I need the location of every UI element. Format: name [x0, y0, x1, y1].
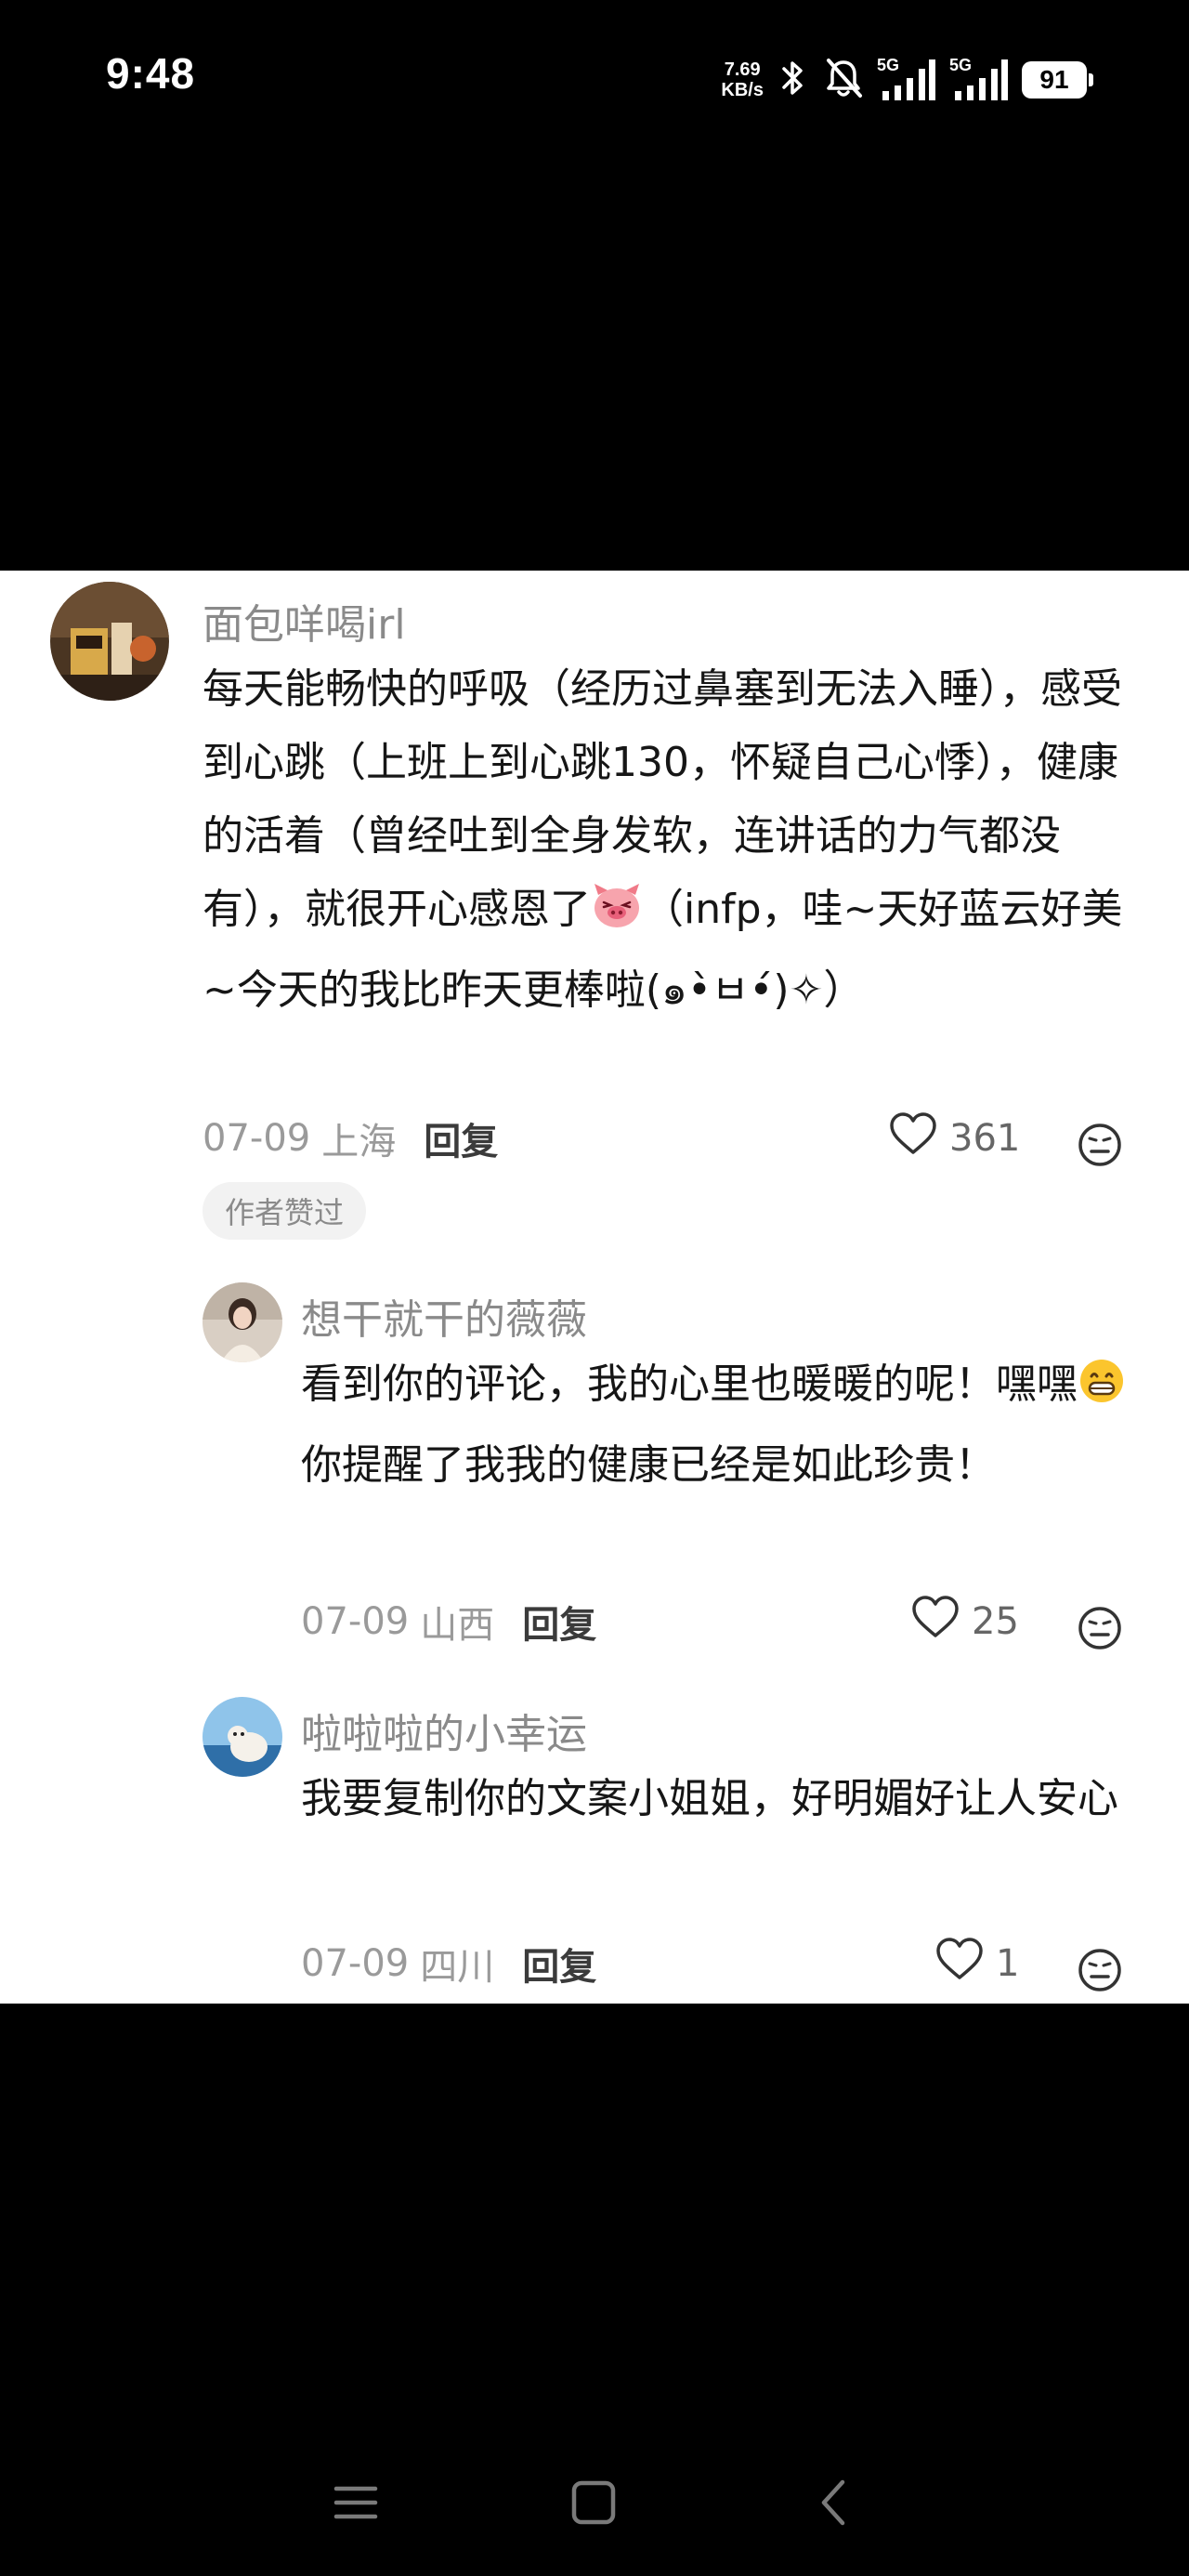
signal-sim1-icon: 5G	[877, 56, 936, 104]
reply-button[interactable]: 回复	[522, 1937, 596, 1991]
comment-date: 07-09	[301, 1600, 410, 1643]
network-speed: 7.69 KB/s	[721, 59, 764, 100]
avatar[interactable]	[203, 1282, 282, 1362]
comments-panel: 面包咩喝irl 每天能畅快的呼吸（经历过鼻塞到无法入睡），感受到心跳（上班上到心…	[0, 571, 1189, 2004]
comment-meta: 07-09 上海 回复	[203, 1111, 498, 1165]
emoji-reaction-button[interactable]	[1076, 1604, 1124, 1652]
emoji-reaction-button[interactable]	[1076, 1946, 1124, 1994]
heart-icon	[888, 1111, 938, 1165]
heart-icon	[910, 1595, 960, 1649]
author-liked-badge: 作者赞过	[203, 1182, 367, 1240]
comment-meta: 07-09 山西 回复	[301, 1595, 596, 1649]
bluetooth-icon	[777, 58, 810, 102]
reply-button[interactable]: 回复	[424, 1111, 498, 1165]
home-button[interactable]	[561, 2472, 626, 2537]
menu-button[interactable]	[323, 2472, 388, 2537]
comment-username[interactable]: 啦啦啦的小幸运	[301, 1701, 587, 1760]
heart-icon	[934, 1937, 985, 1991]
system-navigation-bar	[0, 2453, 1189, 2556]
comment-date: 07-09	[203, 1117, 311, 1160]
like-button[interactable]: 361	[888, 1111, 1020, 1165]
comment-text-part: 看到你的评论，我的心里也暖暖的呢！嘿嘿	[301, 1360, 1078, 1408]
like-button[interactable]: 1	[934, 1937, 1019, 1991]
comment-username[interactable]: 想干就干的薇薇	[301, 1286, 587, 1346]
grinning-face-emoji-icon	[1078, 1355, 1126, 1428]
comment-location: 四川	[420, 1946, 495, 1989]
status-time: 9:48	[106, 49, 196, 98]
back-chevron-icon	[815, 2477, 852, 2532]
comment-location: 上海	[321, 1121, 397, 1163]
comment-text: 每天能畅快的呼吸（经历过鼻塞到无法入睡），感受到心跳（上班上到心跳130，怀疑自…	[203, 652, 1141, 1027]
like-count: 1	[996, 1942, 1020, 1985]
comment-username[interactable]: 面包咩喝irl	[203, 591, 406, 651]
comment-location: 山西	[420, 1604, 495, 1647]
network-speed-unit: KB/s	[721, 80, 764, 100]
avatar[interactable]	[50, 582, 169, 701]
status-bar: 9:48 7.69 KB/s 5G 5G 91	[0, 0, 1189, 158]
comment-text: 看到你的评论，我的心里也暖暖的呢！嘿嘿你提醒了我我的健康已经是如此珍贵！	[301, 1347, 1141, 1502]
home-square-icon	[570, 2479, 617, 2530]
emoji-reaction-button[interactable]	[1076, 1121, 1124, 1169]
comment-text-part: 你提醒了我我的健康已经是如此珍贵！	[301, 1441, 996, 1489]
battery-indicator: 91	[1022, 61, 1093, 99]
like-button[interactable]: 25	[910, 1595, 1019, 1649]
status-icons: 7.69 KB/s 5G 5G 91	[721, 52, 1093, 108]
comment-date: 07-09	[301, 1942, 410, 1985]
menu-icon	[333, 2482, 379, 2527]
comment-text: 我要复制你的文案小姐姐，好明媚好让人安心	[301, 1775, 1118, 1822]
pig-face-emoji-icon	[591, 880, 643, 953]
reply-button[interactable]: 回复	[522, 1595, 596, 1649]
mute-bell-icon	[823, 57, 864, 103]
network-speed-value: 7.69	[724, 59, 761, 80]
comment-meta: 07-09 四川 回复	[301, 1937, 596, 1991]
back-button[interactable]	[801, 2472, 866, 2537]
avatar[interactable]	[203, 1697, 282, 1777]
like-count: 25	[972, 1600, 1019, 1643]
like-count: 361	[949, 1117, 1021, 1160]
signal-sim2-icon: 5G	[949, 56, 1009, 104]
